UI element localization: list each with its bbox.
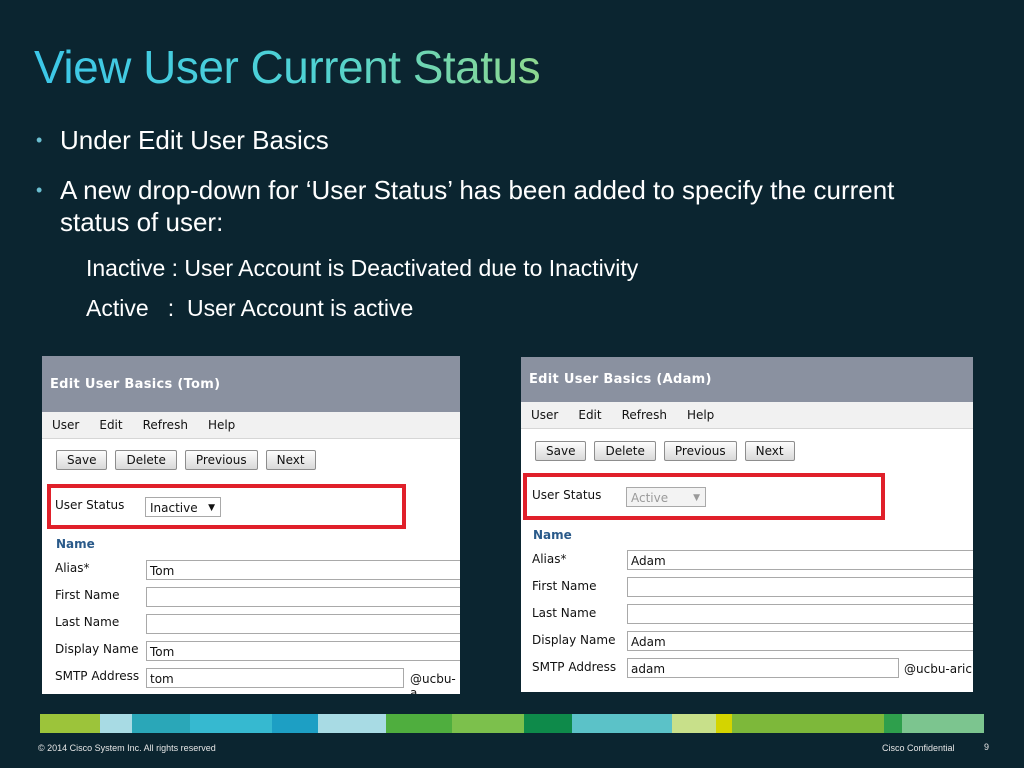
confidential-text: Cisco Confidential (882, 743, 955, 753)
menu-user[interactable]: User (52, 418, 79, 432)
menu-user[interactable]: User (531, 408, 558, 422)
name-section-heading: Name (56, 537, 95, 551)
next-button[interactable]: Next (744, 441, 795, 461)
sub-item-inactive: Inactive : User Account is Deactivated d… (86, 255, 639, 281)
menu-edit[interactable]: Edit (99, 418, 122, 432)
last-name-input[interactable] (627, 604, 973, 624)
save-button[interactable]: Save (535, 441, 587, 461)
page-number: 9 (984, 742, 990, 752)
last-name-label: Last Name (55, 615, 120, 629)
display-name-label: Display Name (532, 633, 616, 647)
color-bar-segment (902, 714, 984, 733)
smtp-domain-text: @ucbu-aric (904, 662, 972, 676)
menu-help[interactable]: Help (687, 408, 714, 422)
bullet-text: Under Edit User Basics (60, 125, 329, 155)
color-bar-segment (40, 714, 100, 733)
sub-item-active: Active : User Account is active (86, 295, 414, 321)
color-bar-segment (884, 714, 902, 733)
color-bar-segment (572, 714, 672, 733)
smtp-address-input[interactable]: tom (146, 668, 404, 688)
delete-button[interactable]: Delete (594, 441, 656, 461)
last-name-label: Last Name (532, 606, 597, 620)
first-name-input[interactable] (627, 577, 973, 597)
delete-button[interactable]: Delete (115, 450, 177, 470)
bullet-list: • Under Edit User Basics • A new drop-do… (34, 124, 914, 256)
copyright-text: © 2014 Cisco System Inc. All rights rese… (38, 743, 216, 753)
bullet-text: A new drop-down for ‘User Status’ has be… (60, 175, 895, 237)
toolbar: Save Delete Previous Next (56, 450, 324, 470)
menu-refresh[interactable]: Refresh (143, 418, 188, 432)
first-name-label: First Name (55, 588, 120, 602)
alias-label: Alias* (55, 561, 90, 575)
smtp-address-label: SMTP Address (55, 669, 140, 683)
display-name-input[interactable]: Tom (146, 641, 460, 661)
previous-button[interactable]: Previous (184, 450, 258, 470)
color-bar-segment (672, 714, 716, 733)
color-bar (40, 714, 984, 733)
color-bar-segment (386, 714, 452, 733)
smtp-domain-text: @ucbu-a (410, 672, 456, 694)
last-name-input[interactable] (146, 614, 460, 634)
menu-refresh[interactable]: Refresh (622, 408, 667, 422)
color-bar-segment (272, 714, 318, 733)
color-bar-segment (716, 714, 732, 733)
alias-input[interactable]: Adam (627, 550, 973, 570)
highlight-box-right (523, 473, 885, 520)
menu-help[interactable]: Help (208, 418, 235, 432)
smtp-address-label: SMTP Address (532, 660, 617, 674)
color-bar-segment (190, 714, 272, 733)
bullet-dot-icon: • (36, 130, 43, 150)
color-bar-segment (524, 714, 572, 733)
color-bar-segment (100, 714, 132, 733)
name-section-heading: Name (533, 528, 572, 542)
alias-input[interactable]: Tom (146, 560, 460, 580)
panel-header: Edit User Basics (Tom) (42, 356, 460, 412)
display-name-input[interactable]: Adam (627, 631, 973, 651)
slide-title: View User Current Status (34, 41, 541, 93)
menu-bar: User Edit Refresh Help (521, 402, 973, 429)
bullet-item: • A new drop-down for ‘User Status’ has … (34, 174, 914, 238)
next-button[interactable]: Next (265, 450, 316, 470)
menu-bar: User Edit Refresh Help (42, 412, 460, 439)
color-bar-segment (132, 714, 190, 733)
first-name-input[interactable] (146, 587, 460, 607)
color-bar-segment (732, 714, 884, 733)
highlight-box-left (47, 484, 406, 529)
bullet-item: • Under Edit User Basics (34, 124, 914, 156)
color-bar-segment (318, 714, 386, 733)
menu-edit[interactable]: Edit (578, 408, 601, 422)
previous-button[interactable]: Previous (663, 441, 737, 461)
save-button[interactable]: Save (56, 450, 108, 470)
bullet-dot-icon: • (36, 180, 43, 200)
toolbar: Save Delete Previous Next (535, 441, 803, 461)
screenshot-adam: Edit User Basics (Adam) User Edit Refres… (521, 357, 973, 692)
smtp-address-input[interactable]: adam (627, 658, 899, 678)
display-name-label: Display Name (55, 642, 139, 656)
first-name-label: First Name (532, 579, 597, 593)
color-bar-segment (452, 714, 524, 733)
panel-header: Edit User Basics (Adam) (521, 357, 973, 402)
alias-label: Alias* (532, 552, 567, 566)
